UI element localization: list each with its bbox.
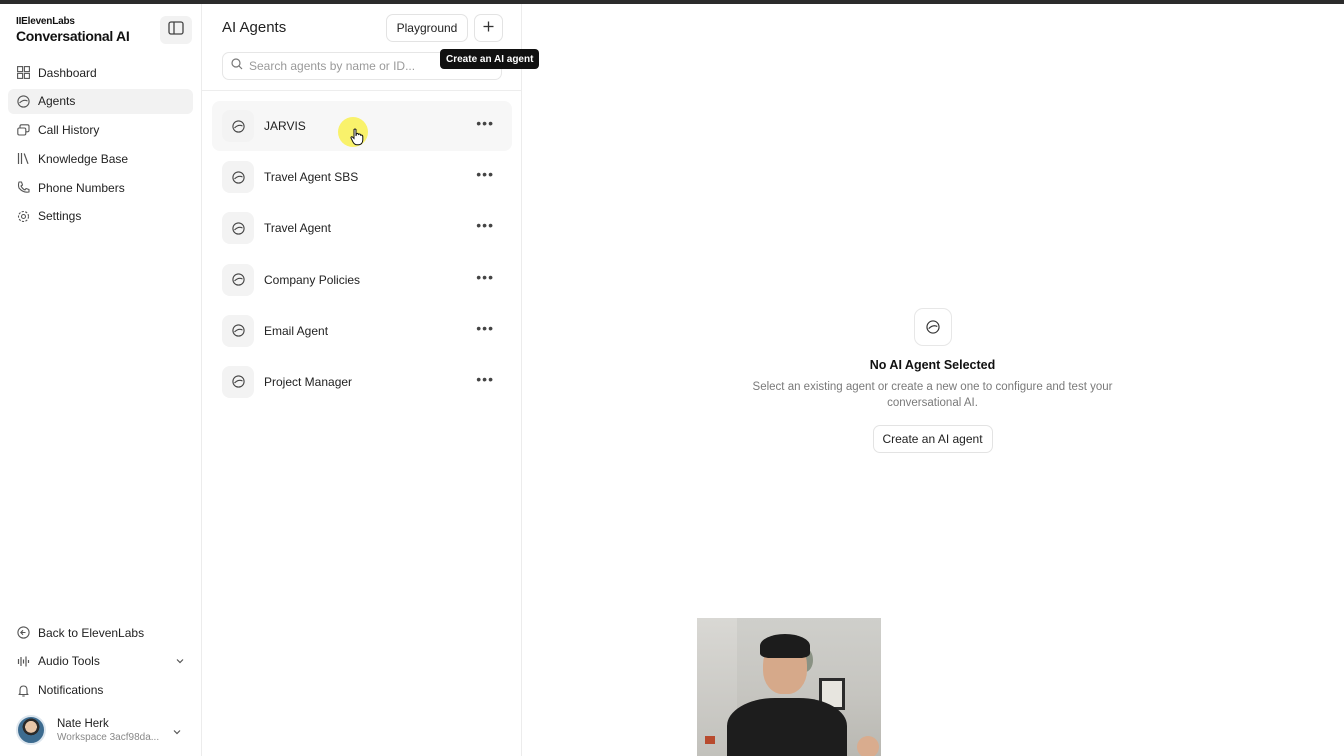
sidebar-item-label: Dashboard xyxy=(38,65,97,80)
sidebar-toggle-icon xyxy=(168,20,184,40)
page-title: AI Agents xyxy=(222,19,287,36)
agent-name: JARVIS xyxy=(264,119,306,133)
books-icon xyxy=(16,152,30,166)
agent-icon xyxy=(222,161,254,194)
phone-icon xyxy=(16,181,30,195)
audio-tools-menu[interactable]: Audio Tools xyxy=(8,649,193,674)
sidebar-item-phone-numbers[interactable]: Phone Numbers xyxy=(8,175,193,200)
back-label: Back to ElevenLabs xyxy=(38,625,145,640)
playground-button[interactable]: Playground xyxy=(386,14,468,42)
agent-icon xyxy=(222,314,254,347)
search-icon xyxy=(231,57,243,75)
agents-panel: AI Agents Playground Create an AI agent … xyxy=(202,4,540,756)
agent-name: Company Policies xyxy=(264,272,361,287)
agent-row-travel-agent-sbs[interactable]: Travel Agent SBS ••• xyxy=(212,152,512,202)
back-to-elevenlabs-link[interactable]: Back to ElevenLabs xyxy=(8,620,193,645)
agent-row-project-manager[interactable]: Project Manager ••• xyxy=(212,357,512,407)
brand-title: Conversational AI xyxy=(16,28,130,44)
sidebar-item-label: Phone Numbers xyxy=(38,180,125,195)
agent-row-travel-agent[interactable]: Travel Agent ••• xyxy=(212,203,512,253)
more-options-icon[interactable]: ••• xyxy=(476,372,494,386)
notifications-link[interactable]: Notifications xyxy=(8,678,193,703)
sidebar-item-dashboard[interactable]: Dashboard xyxy=(8,60,193,85)
agent-name: Travel Agent SBS xyxy=(264,170,359,185)
chevron-down-icon xyxy=(175,655,185,669)
workspace-id: Workspace 3acf98da... xyxy=(57,731,160,743)
avatar xyxy=(16,715,46,745)
agent-row-company-policies[interactable]: Company Policies ••• xyxy=(212,255,512,305)
more-options-icon[interactable]: ••• xyxy=(476,321,494,335)
more-options-icon[interactable]: ••• xyxy=(476,167,494,181)
agent-icon xyxy=(222,263,254,296)
bell-icon xyxy=(16,683,30,697)
agent-icon xyxy=(222,110,254,142)
agent-icon xyxy=(222,365,254,398)
agent-name: Project Manager xyxy=(264,374,353,389)
sidebar-item-agents[interactable]: Agents xyxy=(8,88,193,114)
chevron-down-icon xyxy=(172,724,182,742)
empty-state: No AI Agent Selected Select an existing … xyxy=(740,308,1125,453)
agent-row-email-agent[interactable]: Email Agent ••• xyxy=(212,306,512,356)
more-options-icon[interactable]: ••• xyxy=(476,218,494,232)
sidebar-item-knowledge-base[interactable]: Knowledge Base xyxy=(8,146,193,171)
agent-icon xyxy=(913,308,952,346)
sidebar-item-label: Settings xyxy=(38,209,82,224)
create-agent-tooltip: Create an AI agent xyxy=(440,49,540,69)
agent-name: Email Agent xyxy=(264,323,329,338)
empty-state-title: No AI Agent Selected xyxy=(869,358,996,372)
sidebar: IIElevenLabs Conversational AI Dashboard… xyxy=(0,4,202,756)
webcam-overlay xyxy=(697,618,881,756)
brand[interactable]: IIElevenLabs Conversational AI xyxy=(16,16,130,44)
divider xyxy=(202,90,521,91)
notifications-label: Notifications xyxy=(38,683,104,698)
more-options-icon[interactable]: ••• xyxy=(476,270,494,284)
brand-logo-text: IIElevenLabs xyxy=(16,16,75,27)
sidebar-item-call-history[interactable]: Call History xyxy=(8,118,193,143)
gear-icon xyxy=(16,209,30,223)
create-agent-button[interactable]: Create an AI agent xyxy=(872,425,993,453)
user-name: Nate Herk xyxy=(57,717,109,730)
audio-tools-label: Audio Tools xyxy=(38,654,100,669)
arrow-left-circle-icon xyxy=(16,626,30,640)
hand-cursor-icon xyxy=(350,128,364,151)
sidebar-bottom-nav: Back to ElevenLabs Audio Tools Notificat… xyxy=(8,620,193,706)
sidebar-item-label: Knowledge Base xyxy=(38,151,129,166)
agent-name: Travel Agent xyxy=(264,221,331,236)
search-input[interactable] xyxy=(249,59,449,73)
user-menu[interactable]: Nate Herk Workspace 3acf98da... xyxy=(16,710,188,750)
chat-icon xyxy=(16,123,30,137)
grid-icon xyxy=(16,66,30,80)
add-agent-button[interactable] xyxy=(474,14,503,42)
agent-icon xyxy=(222,212,254,245)
waveform-icon xyxy=(16,654,30,668)
more-options-icon[interactable]: ••• xyxy=(476,116,494,130)
sidebar-item-label: Agents xyxy=(38,94,76,109)
agent-icon xyxy=(16,94,30,108)
empty-state-description: Select an existing agent or create a new… xyxy=(752,381,1113,409)
sidebar-item-settings[interactable]: Settings xyxy=(8,204,193,229)
sidebar-nav: Dashboard Agents Call History Knowledge … xyxy=(8,60,193,233)
collapse-sidebar-button[interactable] xyxy=(160,16,192,44)
sidebar-item-label: Call History xyxy=(38,123,100,138)
plus-icon xyxy=(483,19,494,37)
